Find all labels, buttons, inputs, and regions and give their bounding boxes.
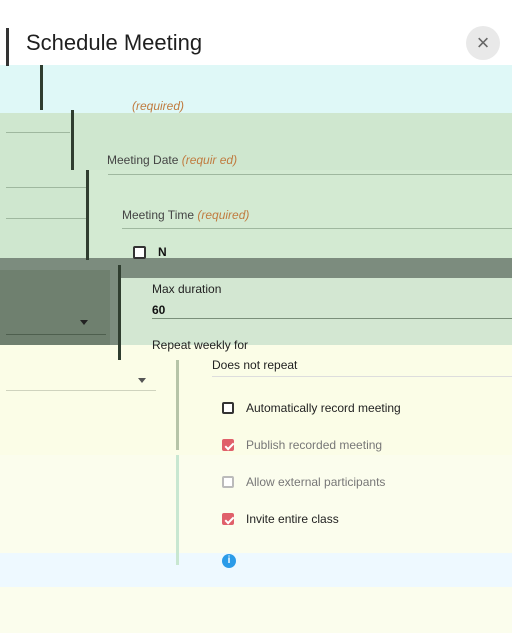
external-participants-option[interactable]: Allow external participants bbox=[222, 472, 385, 492]
divider-vertical bbox=[176, 455, 179, 565]
option-checkbox[interactable] bbox=[133, 246, 146, 259]
field-underline bbox=[6, 390, 156, 391]
invite-class-option[interactable]: Invite entire class bbox=[222, 509, 339, 529]
field-underline bbox=[212, 376, 512, 377]
close-icon: × bbox=[476, 30, 490, 55]
divider-vertical bbox=[40, 65, 43, 110]
max-duration-input[interactable]: 60 bbox=[152, 303, 165, 317]
divider-vertical bbox=[71, 110, 74, 170]
invite-class-checkbox[interactable] bbox=[222, 513, 234, 525]
publish-recording-label: Publish recorded meeting bbox=[246, 438, 383, 452]
required-indicator: (requir ed) bbox=[181, 153, 238, 167]
divider-vertical bbox=[176, 360, 179, 450]
external-participants-checkbox[interactable] bbox=[222, 476, 234, 488]
auto-record-checkbox[interactable] bbox=[222, 402, 234, 414]
field-underline bbox=[108, 174, 512, 175]
chevron-down-icon[interactable] bbox=[80, 320, 88, 325]
field-underline bbox=[152, 318, 512, 319]
meeting-time-label: Meeting Time (required) bbox=[122, 208, 250, 222]
field-underline bbox=[122, 228, 512, 229]
name-field-label: (required) bbox=[132, 97, 184, 115]
meeting-date-label: Meeting Date (requir ed) bbox=[107, 153, 238, 167]
required-indicator: (required) bbox=[197, 208, 250, 222]
divider-vertical bbox=[86, 170, 89, 260]
publish-recording-checkbox[interactable] bbox=[222, 439, 234, 451]
dialog-left-accent bbox=[6, 28, 9, 66]
field-underline bbox=[6, 132, 70, 133]
dialog-title: Schedule Meeting bbox=[26, 30, 203, 55]
field-underline bbox=[6, 218, 86, 219]
close-button[interactable]: × bbox=[466, 26, 500, 60]
auto-record-option[interactable]: Automatically record meeting bbox=[222, 398, 401, 418]
panel-band-cyan bbox=[0, 65, 512, 113]
required-indicator: (required) bbox=[132, 99, 185, 113]
repeat-label: Repeat weekly for bbox=[152, 338, 249, 352]
info-icon: i bbox=[222, 554, 236, 568]
chevron-down-icon[interactable] bbox=[138, 378, 146, 383]
publish-recording-option[interactable]: Publish recorded meeting bbox=[222, 435, 382, 455]
option-checkbox-label: N bbox=[158, 245, 167, 259]
external-participants-label: Allow external participants bbox=[246, 475, 386, 489]
panel-band-info bbox=[0, 553, 512, 587]
max-duration-label: Max duration bbox=[152, 282, 222, 296]
field-underline bbox=[6, 187, 86, 188]
field-underline bbox=[6, 334, 106, 335]
invite-class-label: Invite entire class bbox=[246, 512, 339, 526]
divider-vertical bbox=[118, 265, 121, 360]
auto-record-label: Automatically record meeting bbox=[246, 401, 401, 415]
repeat-select[interactable]: Does not repeat bbox=[212, 358, 297, 372]
